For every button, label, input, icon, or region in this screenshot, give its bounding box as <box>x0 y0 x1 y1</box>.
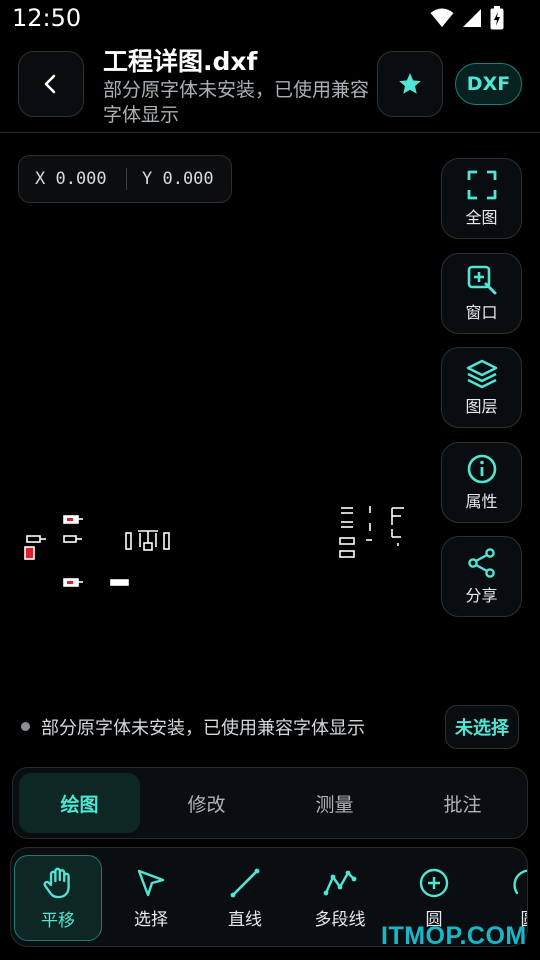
zoom-window-icon <box>467 265 496 294</box>
tool-polyline[interactable]: 多段线 <box>296 855 384 941</box>
cursor-coordinates: X 0.000 Y 0.000 <box>18 155 232 203</box>
polyline-icon <box>323 870 357 895</box>
cursor-icon <box>137 869 165 896</box>
top-app-bar: 工程详图.dxf 部分原字体未安装，已使用兼容字体显示 DXF <box>0 40 540 132</box>
hand-icon <box>43 867 70 898</box>
coord-y: Y 0.000 <box>142 169 214 189</box>
drawing-entities <box>24 506 404 587</box>
layers-button[interactable]: 图层 <box>441 347 522 428</box>
info-icon <box>467 454 496 483</box>
tab-modify[interactable]: 修改 <box>146 773 267 833</box>
favorite-button[interactable] <box>377 51 443 117</box>
tab-measure[interactable]: 测量 <box>274 773 395 833</box>
line-icon <box>230 868 260 897</box>
tool-pan[interactable]: 平移 <box>14 855 102 941</box>
chevron-left-icon <box>44 74 56 94</box>
selection-button[interactable]: 未选择 <box>445 705 519 749</box>
fit-all-label: 全图 <box>465 207 498 227</box>
file-subtitle: 部分原字体未安装，已使用兼容字体显示 <box>103 79 370 126</box>
file-type-badge[interactable]: DXF <box>455 63 522 105</box>
circle-plus-icon <box>419 868 449 897</box>
watermark: ITMOP.COM <box>381 922 527 950</box>
tool-select[interactable]: 选择 <box>107 855 195 941</box>
tool-line-label: 直线 <box>228 909 262 930</box>
tool-polyline-label: 多段线 <box>314 909 366 930</box>
layers-icon <box>466 359 497 388</box>
status-time: 12:50 <box>12 4 82 32</box>
share-label: 分享 <box>465 585 498 605</box>
properties-label: 属性 <box>465 491 498 511</box>
tool-line[interactable]: 直线 <box>201 855 289 941</box>
signal-icon <box>463 9 481 27</box>
layers-label: 图层 <box>465 396 498 416</box>
fit-screen-icon <box>467 170 496 199</box>
zoom-window-label: 窗口 <box>465 302 498 322</box>
star-icon <box>399 73 421 94</box>
tab-annotate[interactable]: 批注 <box>402 773 523 833</box>
wifi-icon <box>430 8 454 27</box>
file-title: 工程详图.dxf <box>103 47 258 76</box>
zoom-window-button[interactable]: 窗口 <box>441 253 522 334</box>
battery-icon <box>490 6 504 30</box>
status-row: 部分原字体未安装，已使用兼容字体显示 未选择 <box>0 700 540 752</box>
status-icons <box>430 6 504 30</box>
status-bar: 12:50 <box>0 0 540 38</box>
coord-x: X 0.000 <box>35 169 107 189</box>
tool-select-label: 选择 <box>134 909 168 930</box>
tool-pan-label: 平移 <box>41 910 75 931</box>
mode-tabs: 绘图 修改 测量 批注 <box>12 767 528 839</box>
arc-icon <box>513 869 527 894</box>
tab-draw[interactable]: 绘图 <box>19 773 140 833</box>
properties-button[interactable]: 属性 <box>441 442 522 523</box>
fit-all-button[interactable]: 全图 <box>441 158 522 239</box>
drawing-canvas[interactable]: X 0.000 Y 0.000 全图 窗口 图层 属性 分享 <box>0 133 540 698</box>
status-dot <box>21 722 30 731</box>
status-message: 部分原字体未安装，已使用兼容字体显示 <box>41 718 365 739</box>
back-button[interactable] <box>18 51 84 117</box>
share-button[interactable]: 分享 <box>441 536 522 617</box>
share-icon <box>467 547 495 578</box>
